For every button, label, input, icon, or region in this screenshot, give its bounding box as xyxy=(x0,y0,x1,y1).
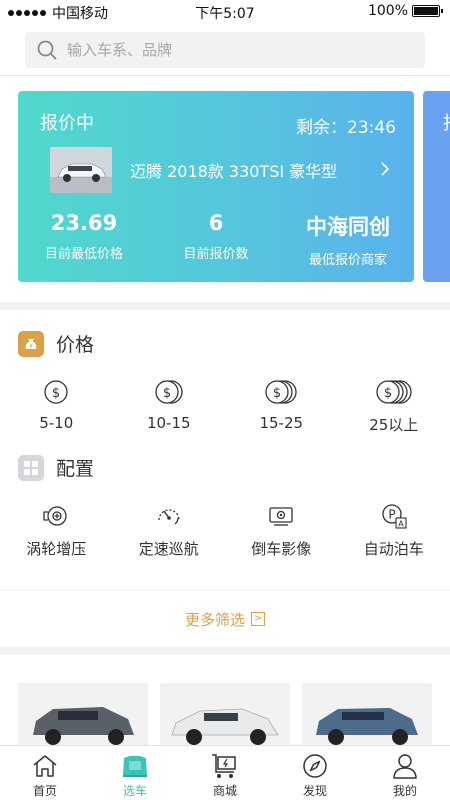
tab-profile[interactable]: 我的 xyxy=(360,746,450,800)
stat-value: 中海同创 xyxy=(306,215,390,239)
home-icon xyxy=(33,755,57,777)
battery-percent: 100% xyxy=(367,3,408,19)
more-filters-button[interactable]: 更多筛选 > xyxy=(0,590,450,647)
bid-next-title: 报 xyxy=(443,109,450,135)
tab-label: 发现 xyxy=(302,784,327,798)
svg-text:¥: ¥ xyxy=(29,343,33,350)
config-option-label: 定速巡航 xyxy=(138,540,199,558)
stat-lowest-price: 23.69 目前最低价格 xyxy=(18,211,150,268)
car-card[interactable] xyxy=(160,683,290,745)
price-option-label: 15-25 xyxy=(259,414,304,432)
compass-icon xyxy=(303,754,327,778)
price-option-25-plus[interactable]: $ 25以上 xyxy=(338,378,450,435)
tab-home[interactable]: 首页 xyxy=(0,746,90,800)
bid-card[interactable]: 报价中 剩余：23:46 迈腾 2018款 330TSI 豪华型 23.69 目… xyxy=(18,91,414,282)
config-option-rear-camera[interactable]: 倒车影像 xyxy=(225,502,338,559)
price-option-label: 10-15 xyxy=(146,414,191,432)
stat-value: 23.69 xyxy=(50,211,118,235)
svg-text:$: $ xyxy=(273,386,281,401)
car-card[interactable] xyxy=(18,683,148,745)
config-option-label: 涡轮增压 xyxy=(26,540,87,558)
config-options: 涡轮增压 定速巡航 倒车影像 P A 自动泊车 xyxy=(0,502,450,559)
filter-panel: ¥ 价格 $ 5-10 $ 10-15 $ 15-25 $ 25以上 配置 涡轮… xyxy=(0,310,450,647)
stat-lowest-dealer: 中海同创 最低报价商家 xyxy=(282,211,414,268)
config-option-label: 倒车影像 xyxy=(251,540,312,558)
battery-icon xyxy=(412,5,443,17)
stat-value: 6 xyxy=(208,211,224,235)
stat-bid-count: 6 目前报价数 xyxy=(150,211,282,268)
money-bag-icon: ¥ xyxy=(18,330,44,357)
car-image xyxy=(160,683,290,745)
svg-text:A: A xyxy=(398,520,404,529)
arrow-right-icon: > xyxy=(251,612,265,626)
bid-status-title: 报价中 xyxy=(40,113,94,134)
tab-label: 商城 xyxy=(212,784,237,798)
tab-bar: 首页 选车 商城 发现 我的 xyxy=(0,745,450,800)
car-card[interactable] xyxy=(302,683,432,745)
coin-pile-icon: $ xyxy=(376,380,412,404)
status-bar: 中国移动 下午5:07 100% xyxy=(0,0,450,24)
stat-label: 目前报价数 xyxy=(183,247,249,262)
bid-remaining-time: 剩余：23:46 xyxy=(296,118,396,138)
stat-label: 最低报价商家 xyxy=(308,253,387,268)
car-image xyxy=(302,683,432,745)
price-option-10-15[interactable]: $ 10-15 xyxy=(113,378,226,435)
tab-mall[interactable]: 商城 xyxy=(180,746,270,800)
price-option-15-25[interactable]: $ 15-25 xyxy=(225,378,338,435)
search-input[interactable] xyxy=(67,41,397,59)
car-recommendations xyxy=(0,655,450,745)
chevron-right-icon xyxy=(381,162,390,176)
svg-text:$: $ xyxy=(52,386,60,401)
config-option-auto-park[interactable]: P A 自动泊车 xyxy=(338,502,450,559)
car-seat-icon xyxy=(123,756,147,777)
price-option-label: 5-10 xyxy=(39,414,74,432)
svg-text:$: $ xyxy=(384,386,392,401)
price-option-5-10[interactable]: $ 5-10 xyxy=(0,378,113,435)
config-option-cruise[interactable]: 定速巡航 xyxy=(113,502,226,559)
grid-icon xyxy=(18,454,44,481)
speedometer-icon xyxy=(158,509,180,525)
price-option-label: 25以上 xyxy=(369,416,419,434)
more-filters-label: 更多筛选 xyxy=(184,610,245,629)
tab-label: 选车 xyxy=(122,784,147,798)
search-icon xyxy=(37,40,57,60)
coin-stack-icon: $ xyxy=(265,380,297,404)
config-section-title: 配置 xyxy=(56,458,95,480)
bid-card-next[interactable]: 报 xyxy=(423,91,450,282)
svg-text:P: P xyxy=(388,508,395,522)
tab-label: 我的 xyxy=(392,784,417,798)
price-section-header: ¥ 价格 xyxy=(18,330,94,357)
tab-label: 首页 xyxy=(32,784,57,798)
coins-icon: $ xyxy=(155,380,183,404)
tab-discover[interactable]: 发现 xyxy=(270,746,360,800)
bid-stats: 23.69 目前最低价格 6 目前报价数 中海同创 最低报价商家 xyxy=(18,211,414,268)
camera-screen-icon xyxy=(269,507,293,526)
stat-label: 目前最低价格 xyxy=(44,247,123,262)
bid-carousel: 报价中 剩余：23:46 迈腾 2018款 330TSI 豪华型 23.69 目… xyxy=(0,76,450,302)
shopping-cart-icon xyxy=(212,754,236,778)
auto-parking-icon: P A xyxy=(382,504,407,529)
bid-car-name: 迈腾 2018款 330TSI 豪华型 xyxy=(130,162,338,181)
tab-select-car[interactable]: 选车 xyxy=(90,746,180,800)
search-bar xyxy=(0,24,450,76)
price-section-title: 价格 xyxy=(56,334,95,356)
config-section-header: 配置 xyxy=(18,454,94,481)
coin-icon: $ xyxy=(44,380,68,404)
svg-text:$: $ xyxy=(163,386,171,401)
user-icon xyxy=(393,754,417,779)
turbo-icon xyxy=(43,506,67,526)
bid-car-row[interactable]: 迈腾 2018款 330TSI 豪华型 xyxy=(50,147,390,193)
config-option-label: 自动泊车 xyxy=(363,540,424,558)
car-thumbnail xyxy=(50,147,112,193)
config-option-turbo[interactable]: 涡轮增压 xyxy=(0,502,113,559)
car-image xyxy=(18,683,148,745)
search-box[interactable] xyxy=(25,32,425,68)
price-options: $ 5-10 $ 10-15 $ 15-25 $ 25以上 xyxy=(0,378,450,435)
